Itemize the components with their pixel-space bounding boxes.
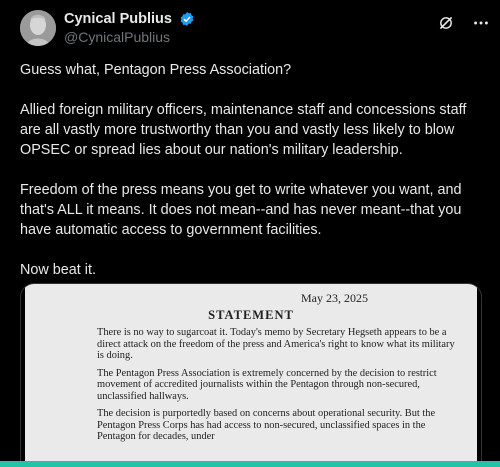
author-handle[interactable]: @CynicalPublius	[64, 28, 195, 46]
avatar[interactable]	[20, 10, 56, 46]
tweet-paragraph: Now beat it.	[20, 262, 96, 278]
tweet-text: Guess what, Pentagon Press Association? …	[20, 60, 490, 300]
statement-document: May 23, 2025 STATEMENT There is no way t…	[25, 284, 477, 467]
header-actions	[438, 14, 490, 32]
more-icon[interactable]	[472, 14, 490, 32]
document-paragraph: The decision is purportedly based on con…	[97, 408, 436, 442]
avatar-bust-image	[20, 10, 56, 46]
document-body: There is no way to sugarcoat it. Today's…	[97, 327, 461, 449]
author-display-name[interactable]: Cynical Publius	[64, 10, 172, 28]
tweet-paragraph: Guess what, Pentagon Press Association?	[20, 62, 292, 78]
document-heading: STATEMENT	[208, 308, 294, 322]
tweet-paragraph: Allied foreign military officers, mainte…	[20, 102, 467, 158]
bottom-accent-bar	[0, 461, 500, 467]
author-names: Cynical Publius @CynicalPublius	[64, 10, 195, 46]
document-paragraph: There is no way to sugarcoat it. Today's…	[97, 327, 455, 361]
document-date: May 23, 2025	[301, 291, 368, 305]
tweet-header: Cynical Publius @CynicalPublius	[20, 10, 490, 50]
tweet-paragraph: Freedom of the press means you get to wr…	[20, 182, 462, 238]
verified-badge-icon	[181, 12, 194, 26]
tweet-media-image[interactable]: May 23, 2025 STATEMENT There is no way t…	[20, 283, 482, 467]
grok-icon[interactable]	[438, 15, 454, 31]
tweet-view: Cynical Publius @CynicalPublius Guess wh…	[0, 0, 500, 467]
document-paragraph: The Pentagon Press Association is extrem…	[97, 367, 437, 402]
